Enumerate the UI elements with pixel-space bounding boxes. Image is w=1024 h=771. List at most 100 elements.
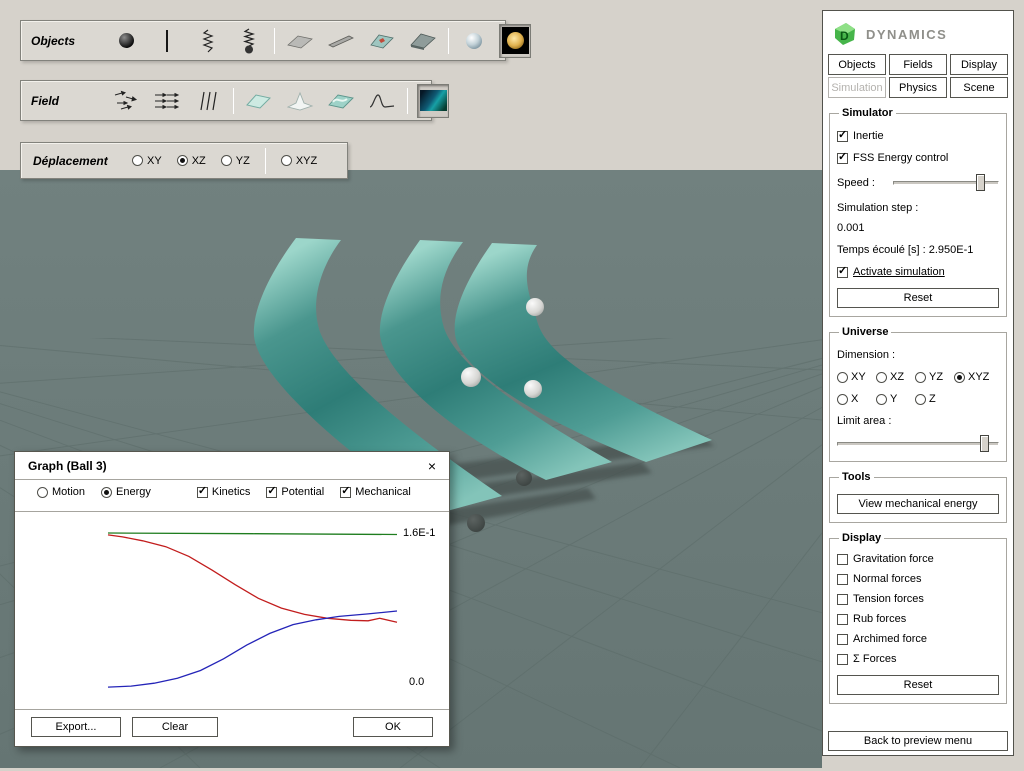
radio-label: XYZ [968, 371, 989, 383]
ball-icon [119, 33, 134, 48]
elapsed-time-label: Temps écoulé [s] : 2.950E-1 [837, 244, 999, 256]
activate-simulation-checkbox[interactable]: Activate simulation [837, 266, 999, 278]
tool-wave-surface-button[interactable] [325, 84, 357, 118]
tool-spring-button[interactable] [192, 24, 224, 58]
graph-dialog-title: Graph (Ball 3) [28, 459, 107, 473]
dimension-xyz-radio[interactable]: XYZ [954, 371, 989, 383]
dimension-y-radio[interactable]: Y [876, 393, 915, 405]
pulse-line-icon [369, 92, 395, 110]
deplacement-xy-radio[interactable]: XY [132, 155, 162, 167]
checkbox-icon [197, 487, 208, 498]
nav-fields-button[interactable]: Fields [889, 54, 947, 75]
shadowed-ball[interactable] [516, 470, 532, 486]
radio-label: Z [929, 393, 936, 405]
simulator-reset-button[interactable]: Reset [837, 288, 999, 308]
plane-icon [286, 32, 314, 50]
tool-textured-plane-button[interactable] [366, 24, 398, 58]
ball-1[interactable] [526, 298, 544, 316]
close-icon[interactable]: × [428, 458, 436, 474]
radio-icon [837, 394, 848, 405]
tension-forces-checkbox[interactable]: Tension forces [837, 593, 999, 605]
kinetics-checkbox[interactable]: Kinetics [197, 486, 251, 498]
inertie-checkbox[interactable]: Inertie [837, 130, 999, 142]
checkbox-icon [837, 131, 848, 142]
checkbox-label: FSS Energy control [853, 152, 948, 164]
archimed-force-checkbox[interactable]: Archimed force [837, 633, 999, 645]
rub-forces-checkbox[interactable]: Rub forces [837, 613, 999, 625]
tool-spring-ball-button[interactable] [233, 24, 265, 58]
tool-inclined-plane-button[interactable] [407, 24, 439, 58]
scatter-arrows-icon [113, 90, 139, 112]
tool-scatter-field-button[interactable] [110, 84, 142, 118]
limit-area-slider[interactable] [837, 435, 999, 453]
flat-surface-icon [245, 91, 273, 111]
dimension-x-radio[interactable]: X [837, 393, 876, 405]
tool-ball-button[interactable] [110, 24, 142, 58]
dimension-z-radio[interactable]: Z [915, 393, 936, 405]
tool-textured-ball-button[interactable] [499, 24, 531, 58]
deplacement-xyz-radio[interactable]: XYZ [281, 155, 317, 167]
tool-rod-button[interactable] [325, 24, 357, 58]
tool-line-button[interactable] [151, 24, 183, 58]
ball-3[interactable] [524, 380, 542, 398]
dynamics-logo-icon: D [832, 21, 858, 47]
toolbar-separator [274, 28, 275, 54]
export-button[interactable]: Export... [31, 717, 121, 737]
radio-icon [221, 155, 232, 166]
slider-thumb[interactable] [980, 435, 989, 452]
sigma-forces-checkbox[interactable]: Σ Forces [837, 653, 999, 665]
divider [15, 511, 449, 512]
tool-uniform-field-button[interactable] [151, 84, 183, 118]
dimension-xy-radio[interactable]: XY [837, 371, 876, 383]
checkbox-icon [837, 634, 848, 645]
energy-radio[interactable]: Energy [101, 486, 151, 498]
normal-forces-checkbox[interactable]: Normal forces [837, 573, 999, 585]
deplacement-toolbar-label: Déplacement [33, 154, 117, 168]
tool-peak-surface-button[interactable] [284, 84, 316, 118]
shadowed-ball[interactable] [467, 514, 485, 532]
tool-field-image-button[interactable] [417, 84, 449, 118]
field-toolbar-label: Field [31, 94, 101, 108]
textured-plane-icon [369, 31, 395, 51]
deplacement-xz-radio[interactable]: XZ [177, 155, 206, 167]
tool-flat-surface-button[interactable] [243, 84, 275, 118]
nav-objects-button[interactable]: Objects [828, 54, 886, 75]
back-to-preview-menu-button[interactable]: Back to preview menu [828, 731, 1008, 751]
clear-button[interactable]: Clear [132, 717, 218, 737]
deplacement-toolbar: Déplacement XY XZ YZ XYZ [20, 142, 348, 179]
dimension-yz-radio[interactable]: YZ [915, 371, 954, 383]
universe-group: Universe Dimension : XY XZ YZ XYZ [829, 326, 1007, 462]
y-min-label: 0.0 [409, 676, 424, 688]
ok-button[interactable]: OK [353, 717, 433, 737]
speed-slider[interactable] [893, 174, 999, 192]
checkbox-label: Inertie [853, 130, 884, 142]
tool-lines-field-button[interactable] [192, 84, 224, 118]
radio-label: XYZ [296, 155, 317, 167]
radio-label: XZ [890, 371, 904, 383]
nav-physics-button[interactable]: Physics [889, 77, 947, 98]
checkbox-label: Tension forces [853, 593, 924, 605]
tool-pulse-line-button[interactable] [366, 84, 398, 118]
fss-energy-control-checkbox[interactable]: FSS Energy control [837, 152, 999, 164]
toolbar-separator [233, 88, 234, 114]
slider-thumb[interactable] [976, 174, 985, 191]
nav-scene-button[interactable]: Scene [950, 77, 1008, 98]
vertical-lines-icon [199, 90, 217, 112]
ball-2[interactable] [461, 367, 481, 387]
tool-plane-button[interactable] [284, 24, 316, 58]
view-mechanical-energy-button[interactable]: View mechanical energy [837, 494, 999, 514]
checkbox-label: Archimed force [853, 633, 927, 645]
deplacement-yz-radio[interactable]: YZ [221, 155, 250, 167]
dimension-xz-radio[interactable]: XZ [876, 371, 915, 383]
motion-radio[interactable]: Motion [37, 486, 85, 498]
gravitation-force-checkbox[interactable]: Gravitation force [837, 553, 999, 565]
display-reset-button[interactable]: Reset [837, 675, 999, 695]
tool-shiny-ball-button[interactable] [458, 24, 490, 58]
checkbox-icon [340, 487, 351, 498]
divider [15, 709, 449, 710]
mechanical-checkbox[interactable]: Mechanical [340, 486, 411, 498]
checkbox-icon [837, 594, 848, 605]
potential-checkbox[interactable]: Potential [266, 486, 324, 498]
toolbar-separator [265, 148, 266, 174]
nav-display-button[interactable]: Display [950, 54, 1008, 75]
